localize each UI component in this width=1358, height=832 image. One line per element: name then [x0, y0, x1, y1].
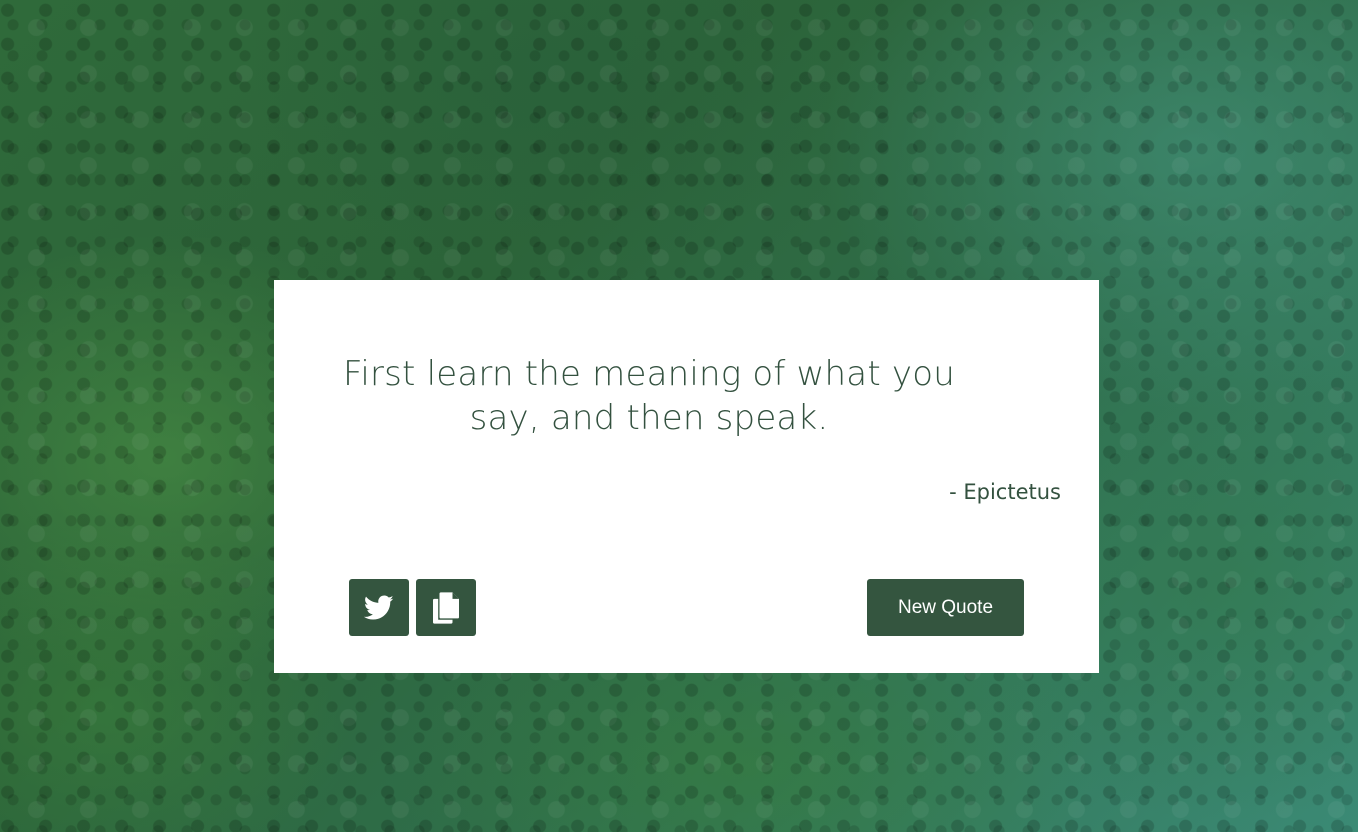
tweet-button[interactable] — [349, 579, 409, 636]
copy-icon — [433, 591, 459, 624]
quote-author: - Epictetus — [949, 480, 1061, 504]
quote-card: First learn the meaning of what you say,… — [274, 280, 1099, 673]
twitter-icon — [364, 595, 394, 621]
new-quote-button[interactable]: New Quote — [867, 579, 1024, 636]
quote-text: First learn the meaning of what you say,… — [343, 354, 955, 438]
copy-button[interactable] — [416, 579, 476, 636]
